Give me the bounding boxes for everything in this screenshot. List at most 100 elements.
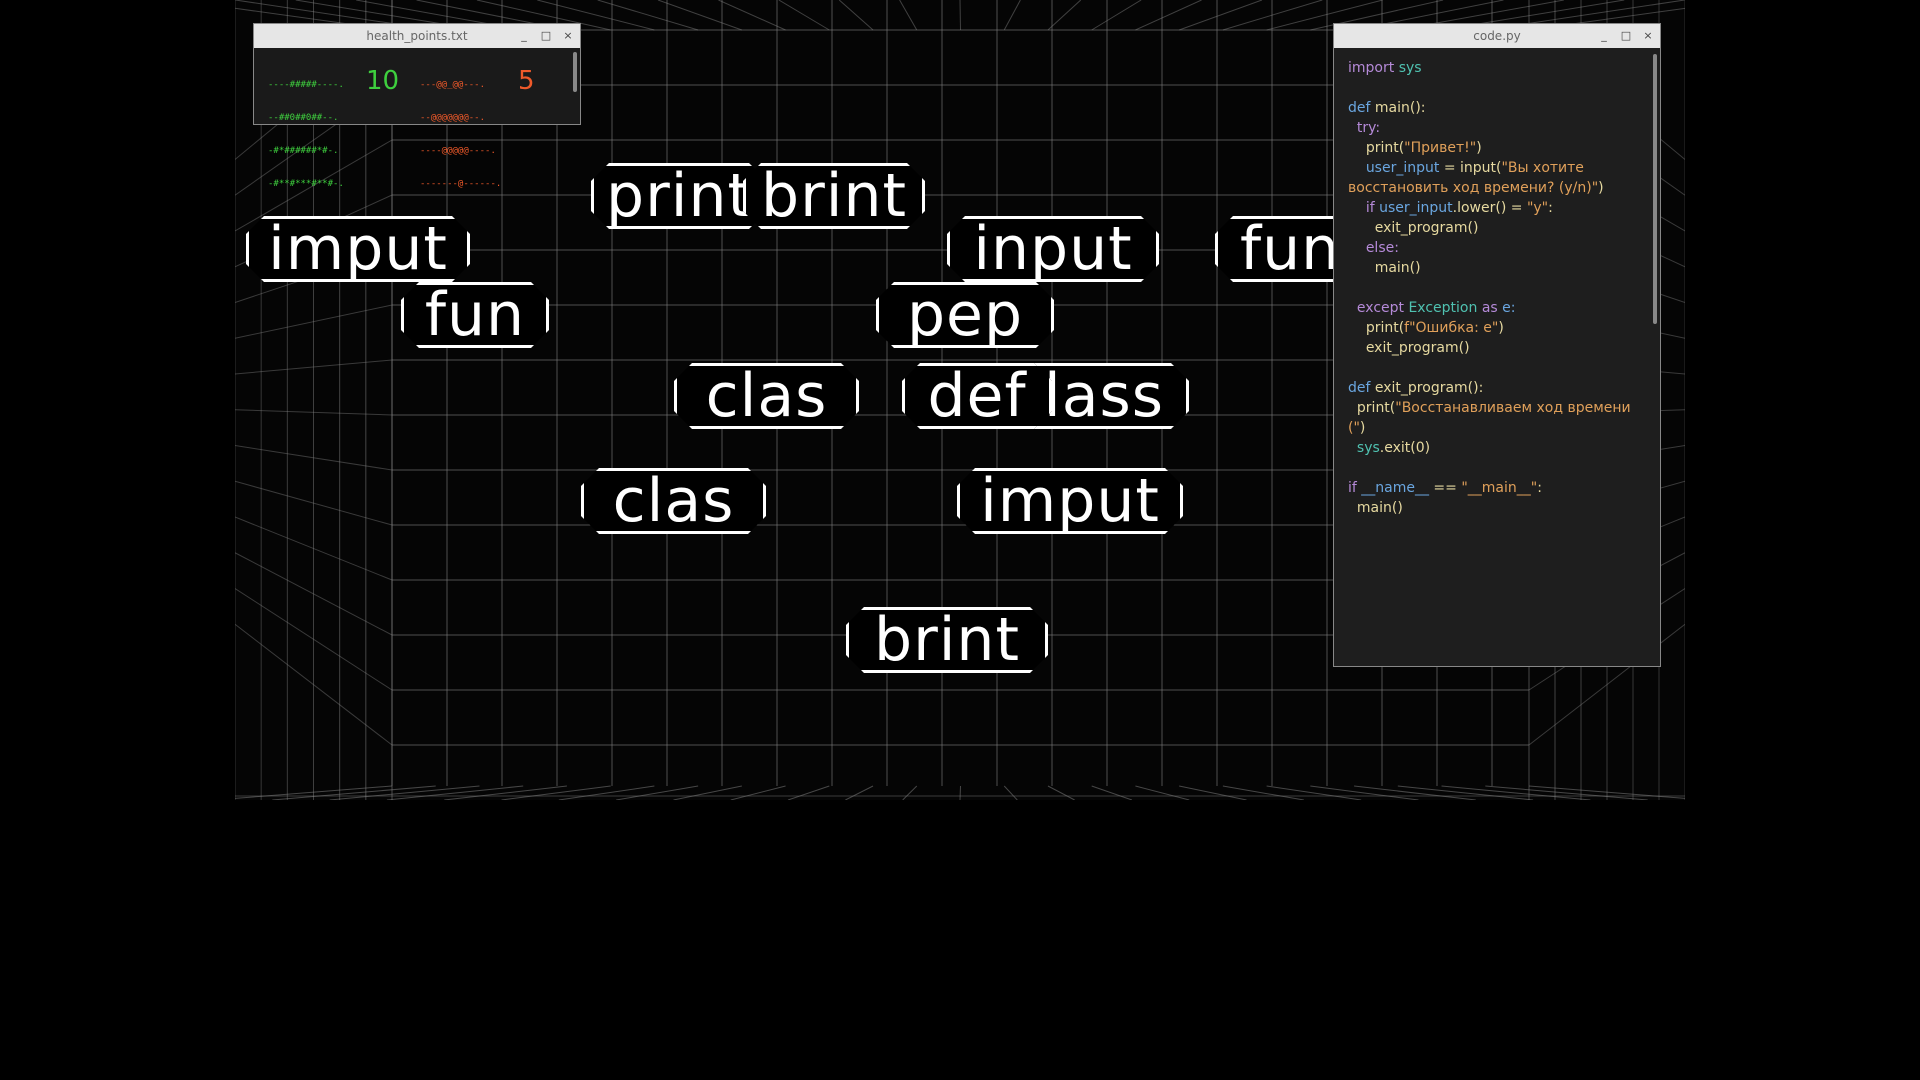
minimize-icon[interactable]: _: [518, 24, 530, 48]
word-token-fun[interactable]: fun: [401, 282, 549, 348]
code-line: if user_input.lower() = "y":: [1348, 198, 1646, 218]
code-token: = input(: [1439, 160, 1502, 176]
ascii-line: --##0##0##--.: [268, 113, 339, 123]
code-line: def exit_program():: [1348, 378, 1646, 398]
code-line: print(f"Ошибка: e"): [1348, 318, 1646, 338]
code-line: exit_program(): [1348, 338, 1646, 358]
maximize-icon[interactable]: □: [540, 24, 552, 48]
word-token-pep[interactable]: pep: [876, 282, 1054, 348]
code-token: .lower() =: [1452, 200, 1527, 216]
code-token: ==: [1428, 480, 1462, 496]
ascii-line: ---@@_@@---.: [420, 80, 486, 90]
ascii-line: ----#####----.: [268, 80, 344, 90]
word-token-clas[interactable]: clas: [581, 468, 766, 534]
scrollbar[interactable]: [1653, 54, 1657, 324]
code-editor-window[interactable]: code.py _ □ × import sys def main(): try:…: [1333, 23, 1661, 667]
code-token: except: [1348, 300, 1409, 316]
word-token-input[interactable]: input: [947, 216, 1159, 282]
word-token-clas[interactable]: clas: [674, 363, 859, 429]
code-token: ): [1476, 140, 1482, 156]
code-line: def main():: [1348, 98, 1646, 118]
word-token-imput[interactable]: imput: [246, 216, 470, 282]
health-points-window[interactable]: health_points.txt _ □ × ----#####----. -…: [253, 23, 581, 189]
code-line: import sys: [1348, 58, 1646, 78]
code-line: main(): [1348, 258, 1646, 278]
code-token: ): [1359, 420, 1366, 436]
ascii-line: ----@@@@@----.: [420, 146, 496, 156]
player-ascii-sprite: ----#####----. --##0##0##--. -#*######*#…: [268, 58, 344, 212]
code-editor[interactable]: import sys def main(): try: print("Привет…: [1334, 48, 1660, 666]
code-line: if __name__ == "__main__":: [1348, 478, 1646, 498]
code-token: print(: [1348, 320, 1405, 336]
code-token: def: [1348, 380, 1375, 396]
ascii-line: -#*######*#-.: [268, 146, 339, 156]
code-token: main(): [1348, 260, 1421, 276]
code-token: :: [1548, 200, 1553, 216]
enemy-hp-value: 5: [518, 66, 535, 96]
code-line: print("Восстанавливаем ход времени: [1348, 398, 1646, 418]
code-token: import: [1348, 60, 1399, 76]
code-token: "Привет!": [1404, 140, 1477, 156]
word-token-brint[interactable]: brint: [743, 163, 925, 229]
word-token-print[interactable]: print: [591, 163, 767, 229]
code-token: sys: [1398, 60, 1422, 76]
code-line: ("): [1348, 418, 1646, 438]
code-token: else:: [1348, 240, 1399, 256]
code-token: user_input: [1379, 200, 1453, 216]
code-token: :: [1537, 480, 1542, 496]
code-line: try:: [1348, 118, 1646, 138]
ascii-line: -------@------.: [420, 179, 502, 189]
code-token: Exception: [1408, 300, 1482, 316]
scrollbar[interactable]: [573, 52, 577, 92]
code-line: sys.exit(0): [1348, 438, 1646, 458]
code-token: try:: [1348, 120, 1381, 136]
word-token-brint[interactable]: brint: [846, 607, 1048, 673]
code-token: exit_program(): [1348, 220, 1479, 236]
code-line: восстановить ход времени? (y/n)"): [1348, 178, 1646, 198]
maximize-icon[interactable]: □: [1620, 24, 1632, 48]
close-icon[interactable]: ×: [1642, 24, 1654, 48]
code-token: sys: [1348, 440, 1380, 456]
window-titlebar[interactable]: code.py _ □ ×: [1334, 24, 1660, 48]
minimize-icon[interactable]: _: [1598, 24, 1610, 48]
health-panel: ----#####----. --##0##0##--. -#*######*#…: [254, 48, 580, 189]
code-line: exit_program(): [1348, 218, 1646, 238]
code-token: as: [1481, 300, 1503, 316]
code-token: .exit(0): [1379, 440, 1431, 456]
code-line: else:: [1348, 238, 1646, 258]
code-token: "y": [1526, 200, 1549, 216]
code-token: if: [1348, 200, 1380, 216]
window-title: code.py: [1473, 29, 1521, 43]
code-token: f"Ошибка: e": [1404, 320, 1499, 336]
code-line: print("Привет!"): [1348, 138, 1646, 158]
code-token: восстановить ход времени? (y/n)": [1348, 180, 1599, 196]
code-token: e:: [1502, 300, 1516, 316]
code-token: main(): [1348, 500, 1403, 516]
close-icon[interactable]: ×: [562, 24, 574, 48]
window-title: health_points.txt: [366, 29, 468, 43]
code-token: "Восстанавливаем ход времени: [1395, 400, 1631, 416]
ascii-line: -#**#***#**#-.: [268, 179, 344, 189]
word-token-imput[interactable]: imput: [957, 468, 1183, 534]
code-token: __name__: [1361, 480, 1429, 496]
word-token-def[interactable]: def: [902, 363, 1052, 429]
code-token: ): [1598, 180, 1604, 196]
code-token: exit_program():: [1374, 380, 1484, 396]
ascii-line: --@@@@@@@--.: [420, 113, 486, 123]
code-line: user_input = input("Вы хотите: [1348, 158, 1646, 178]
code-line: except Exception as e:: [1348, 298, 1646, 318]
code-token: (": [1348, 420, 1360, 436]
code-token: user_input: [1348, 160, 1440, 176]
player-hp-value: 10: [366, 66, 400, 96]
enemy-ascii-sprite: ---@@_@@---. --@@@@@@@--. ----@@@@@----.…: [420, 58, 501, 212]
window-titlebar[interactable]: health_points.txt _ □ ×: [254, 24, 580, 48]
code-token: def: [1348, 100, 1375, 116]
code-token: if: [1348, 480, 1362, 496]
code-token: "Вы хотите: [1501, 160, 1584, 176]
code-token: exit_program(): [1348, 340, 1470, 356]
code-token: print(: [1348, 140, 1405, 156]
game-screen: print brint imput input fun fun pep clas…: [0, 0, 1920, 1080]
code-token: main():: [1374, 100, 1426, 116]
